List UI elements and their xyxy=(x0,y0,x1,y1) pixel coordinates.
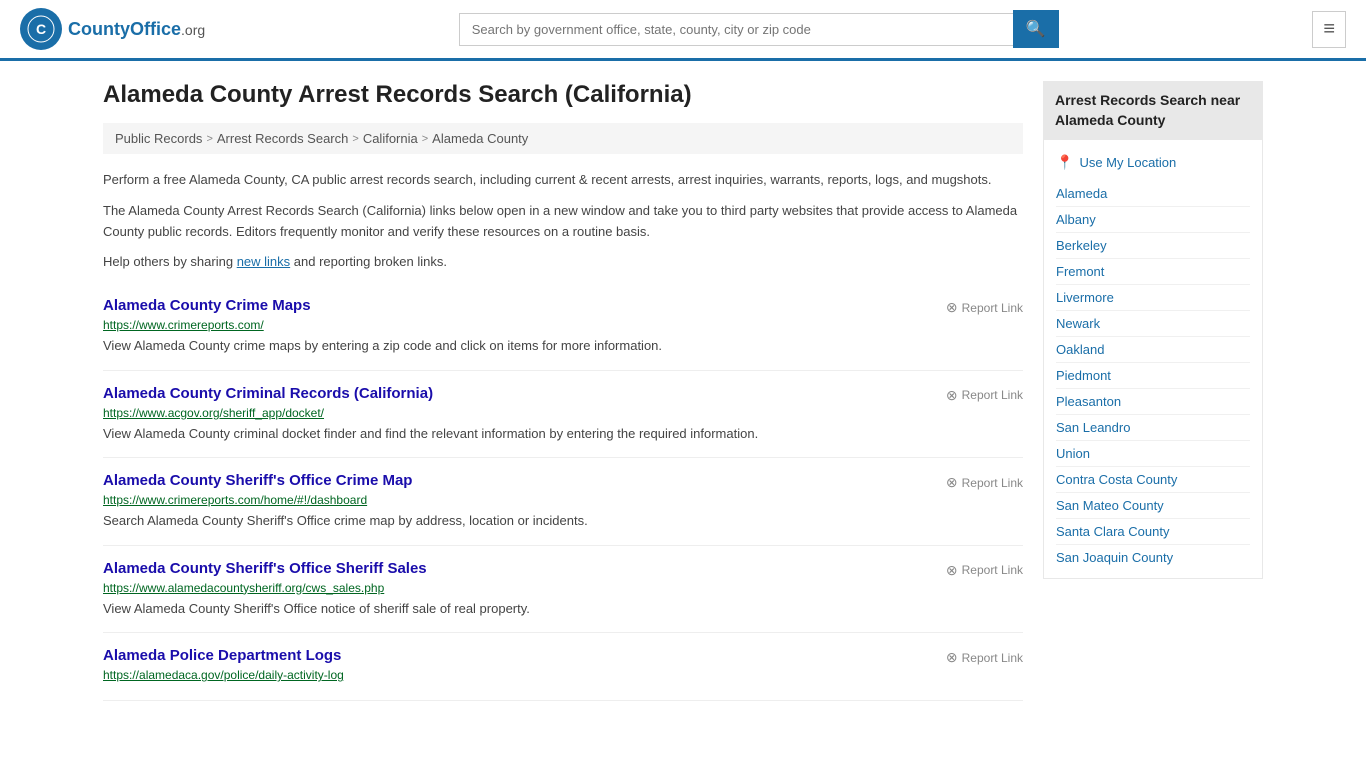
breadcrumb: Public Records > Arrest Records Search >… xyxy=(103,123,1023,154)
breadcrumb-link-california[interactable]: California xyxy=(363,131,418,146)
description-para2: The Alameda County Arrest Records Search… xyxy=(103,201,1023,243)
page-title: Alameda County Arrest Records Search (Ca… xyxy=(103,81,1023,109)
sidebar-link-newark[interactable]: Newark xyxy=(1056,311,1250,337)
report-link-button-1[interactable]: ⊗ Report Link xyxy=(946,385,1023,404)
report-icon-2: ⊗ xyxy=(946,474,958,491)
sidebar-link-pleasanton[interactable]: Pleasanton xyxy=(1056,389,1250,415)
sidebar-content: 📍 Use My Location AlamedaAlbanyBerkeleyF… xyxy=(1043,140,1263,579)
result-title-3[interactable]: Alameda County Sheriff's Office Sheriff … xyxy=(103,560,427,577)
use-my-location-label: Use My Location xyxy=(1079,155,1176,170)
report-link-label-2: Report Link xyxy=(962,476,1023,490)
sidebar-link-piedmont[interactable]: Piedmont xyxy=(1056,363,1250,389)
logo-area: C CountyOffice.org xyxy=(20,8,205,50)
report-icon-1: ⊗ xyxy=(946,387,958,404)
logo-icon: C xyxy=(20,8,62,50)
breadcrumb-sep-3: > xyxy=(422,133,428,145)
sidebar-link-oakland[interactable]: Oakland xyxy=(1056,337,1250,363)
report-link-button-0[interactable]: ⊗ Report Link xyxy=(946,297,1023,316)
result-header-1: Alameda County Criminal Records (Califor… xyxy=(103,385,1023,406)
main-container: Alameda County Arrest Records Search (Ca… xyxy=(83,61,1283,721)
result-desc-2: Search Alameda County Sheriff's Office c… xyxy=(103,511,1023,531)
report-link-label-1: Report Link xyxy=(962,388,1023,402)
search-button[interactable]: 🔍 xyxy=(1013,10,1059,48)
menu-icon: ≡ xyxy=(1323,18,1335,40)
search-area: 🔍 xyxy=(459,10,1059,48)
result-header-0: Alameda County Crime Maps ⊗ Report Link xyxy=(103,297,1023,318)
report-icon-4: ⊗ xyxy=(946,649,958,666)
logo-text: CountyOffice.org xyxy=(68,19,205,40)
sidebar-link-san-joaquin-county[interactable]: San Joaquin County xyxy=(1056,545,1250,570)
breadcrumb-sep-2: > xyxy=(352,133,358,145)
search-input[interactable] xyxy=(459,13,1013,46)
report-link-button-4[interactable]: ⊗ Report Link xyxy=(946,647,1023,666)
breadcrumb-link-arrest-records[interactable]: Arrest Records Search xyxy=(217,131,349,146)
sidebar-link-livermore[interactable]: Livermore xyxy=(1056,285,1250,311)
description-para1: Perform a free Alameda County, CA public… xyxy=(103,170,1023,191)
report-link-label-0: Report Link xyxy=(962,301,1023,315)
content-area: Alameda County Arrest Records Search (Ca… xyxy=(103,81,1023,701)
report-icon-0: ⊗ xyxy=(946,299,958,316)
search-icon: 🔍 xyxy=(1026,21,1046,38)
sidebar-link-alameda[interactable]: Alameda xyxy=(1056,181,1250,207)
result-item: Alameda Police Department Logs ⊗ Report … xyxy=(103,633,1023,701)
result-url-3[interactable]: https://www.alamedacountysheriff.org/cws… xyxy=(103,581,1023,595)
result-item: Alameda County Sheriff's Office Crime Ma… xyxy=(103,458,1023,546)
sidebar-link-contra-costa-county[interactable]: Contra Costa County xyxy=(1056,467,1250,493)
result-title-1[interactable]: Alameda County Criminal Records (Califor… xyxy=(103,385,433,402)
description-para3: Help others by sharing new links and rep… xyxy=(103,252,1023,273)
result-url-1[interactable]: https://www.acgov.org/sheriff_app/docket… xyxy=(103,406,1023,420)
result-title-4[interactable]: Alameda Police Department Logs xyxy=(103,647,341,664)
result-title-2[interactable]: Alameda County Sheriff's Office Crime Ma… xyxy=(103,472,412,489)
result-item: Alameda County Sheriff's Office Sheriff … xyxy=(103,546,1023,634)
header-right: ≡ xyxy=(1312,11,1346,48)
sidebar-link-albany[interactable]: Albany xyxy=(1056,207,1250,233)
result-url-2[interactable]: https://www.crimereports.com/home/#!/das… xyxy=(103,493,1023,507)
sidebar: Arrest Records Search near Alameda Count… xyxy=(1043,81,1263,701)
sidebar-link-santa-clara-county[interactable]: Santa Clara County xyxy=(1056,519,1250,545)
sidebar-link-san-leandro[interactable]: San Leandro xyxy=(1056,415,1250,441)
result-desc-1: View Alameda County criminal docket find… xyxy=(103,424,1023,444)
sidebar-link-union[interactable]: Union xyxy=(1056,441,1250,467)
result-item: Alameda County Crime Maps ⊗ Report Link … xyxy=(103,283,1023,371)
menu-button[interactable]: ≡ xyxy=(1312,11,1346,48)
result-desc-0: View Alameda County crime maps by enteri… xyxy=(103,336,1023,356)
result-desc-3: View Alameda County Sheriff's Office not… xyxy=(103,599,1023,619)
sidebar-link-san-mateo-county[interactable]: San Mateo County xyxy=(1056,493,1250,519)
breadcrumb-sep-1: > xyxy=(206,133,212,145)
sidebar-link-fremont[interactable]: Fremont xyxy=(1056,259,1250,285)
breadcrumb-current: Alameda County xyxy=(432,131,528,146)
result-title-0[interactable]: Alameda County Crime Maps xyxy=(103,297,311,314)
new-links-link[interactable]: new links xyxy=(237,254,290,269)
result-header-2: Alameda County Sheriff's Office Crime Ma… xyxy=(103,472,1023,493)
result-item: Alameda County Criminal Records (Califor… xyxy=(103,371,1023,459)
report-link-button-2[interactable]: ⊗ Report Link xyxy=(946,472,1023,491)
report-link-label-4: Report Link xyxy=(962,651,1023,665)
location-pin-icon: 📍 xyxy=(1056,154,1073,171)
result-header-3: Alameda County Sheriff's Office Sheriff … xyxy=(103,560,1023,581)
report-icon-3: ⊗ xyxy=(946,562,958,579)
sidebar-link-berkeley[interactable]: Berkeley xyxy=(1056,233,1250,259)
svg-text:C: C xyxy=(36,21,46,37)
report-link-button-3[interactable]: ⊗ Report Link xyxy=(946,560,1023,579)
header: C CountyOffice.org 🔍 ≡ xyxy=(0,0,1366,61)
breadcrumb-link-public-records[interactable]: Public Records xyxy=(115,131,202,146)
result-url-4[interactable]: https://alamedaca.gov/police/daily-activ… xyxy=(103,668,1023,682)
sidebar-links: AlamedaAlbanyBerkeleyFremontLivermoreNew… xyxy=(1056,181,1250,570)
sidebar-header: Arrest Records Search near Alameda Count… xyxy=(1043,81,1263,140)
report-link-label-3: Report Link xyxy=(962,563,1023,577)
results-list: Alameda County Crime Maps ⊗ Report Link … xyxy=(103,283,1023,701)
result-url-0[interactable]: https://www.crimereports.com/ xyxy=(103,318,1023,332)
use-my-location-button[interactable]: 📍 Use My Location xyxy=(1056,148,1250,177)
result-header-4: Alameda Police Department Logs ⊗ Report … xyxy=(103,647,1023,668)
